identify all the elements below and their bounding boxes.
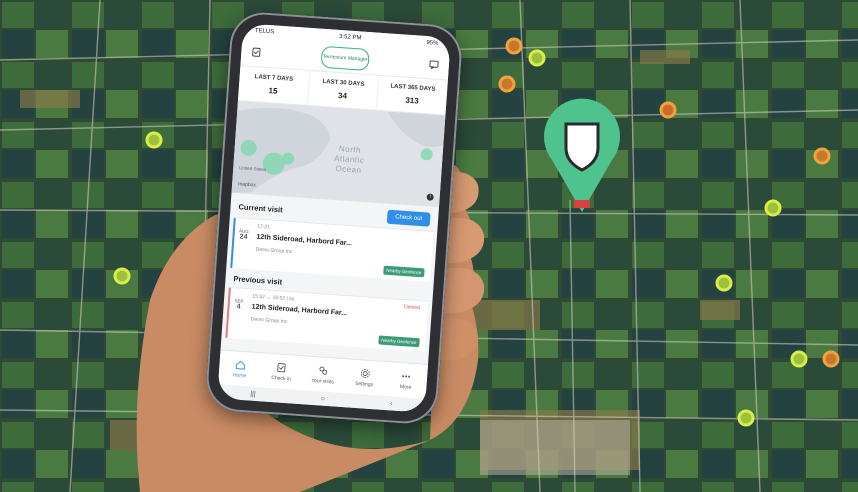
map-attribution: mapbox	[237, 181, 257, 189]
visits-map[interactable]: North Atlantic Ocean United States mapbo…	[231, 101, 446, 208]
smartphone: TELUS 3:52 PM 95% Territorium Manager LA…	[204, 10, 464, 426]
nav-label: Check in	[271, 374, 291, 382]
visit-date: SEP 4	[234, 298, 244, 311]
check-out-button[interactable]: Check out	[386, 209, 431, 227]
visit-date: AUG 24	[238, 228, 249, 241]
card-accent	[230, 218, 236, 269]
phone-screen: TELUS 3:52 PM 95% Territorium Manager LA…	[217, 23, 451, 413]
nav-home[interactable]: Home	[218, 350, 262, 387]
visit-company: Demo Group Inc	[250, 316, 288, 325]
visit-address: 12th Sideroad, Harbord Far...	[256, 233, 353, 248]
settings-icon	[360, 368, 370, 378]
stat-value: 15	[268, 86, 278, 96]
stat-value: 313	[405, 95, 420, 106]
nav-your-visits[interactable]: Your visits	[301, 356, 345, 393]
stat-last-365-days: LAST 365 DAYS 313	[377, 76, 448, 115]
visit-status: Denied	[403, 304, 421, 312]
nav-check-in[interactable]: Check in	[260, 353, 304, 390]
nav-label: Settings	[354, 380, 374, 388]
nav-settings[interactable]: Settings	[343, 359, 387, 396]
visit-company: Demo Group Inc	[255, 246, 293, 256]
battery-label: 95%	[426, 40, 439, 47]
geofence-badge: Nearby Geofence	[382, 265, 425, 278]
visit-address: 12th Sideroad, Harbord Far...	[251, 303, 348, 318]
stat-label: LAST 30 DAYS	[322, 78, 365, 88]
current-visit-title: Current visit	[238, 201, 283, 214]
stat-value: 34	[337, 90, 348, 101]
nav-label: Home	[232, 371, 247, 379]
clock-label: 3:52 PM	[338, 33, 362, 42]
app-logo: Territorium Manager	[320, 45, 370, 72]
card-accent	[225, 287, 231, 338]
stat-label: LAST 7 DAYS	[254, 74, 294, 83]
nav-more[interactable]: More	[384, 362, 428, 399]
stat-last-7-days: LAST 7 DAYS 15	[237, 66, 310, 105]
recents-icon[interactable]: |||	[250, 390, 256, 397]
visit-time: 17:21	[256, 223, 270, 231]
home-circle-icon[interactable]: ○	[321, 395, 326, 402]
chat-icon[interactable]	[426, 57, 441, 72]
stat-label: LAST 365 DAYS	[390, 83, 436, 93]
home-icon	[235, 360, 245, 370]
more-icon	[402, 374, 411, 378]
carrier-label: TELUS	[254, 28, 275, 36]
map-ocean-label: North Atlantic Ocean	[333, 144, 365, 175]
scene: TELUS 3:52 PM 95% Territorium Manager LA…	[0, 0, 858, 492]
nav-label: More	[399, 383, 412, 391]
visits-icon	[319, 366, 328, 375]
previous-visit-title: Previous visit	[233, 274, 283, 287]
app-logo-text: Territorium Manager	[322, 53, 368, 63]
nav-label: Your visits	[311, 377, 335, 385]
stat-last-30-days: LAST 30 DAYS 34	[307, 70, 380, 110]
geofence-badge: Nearby Geofence	[378, 335, 420, 348]
clipboard-check-icon[interactable]	[249, 45, 264, 60]
check-in-icon	[277, 362, 287, 372]
back-icon[interactable]: ‹	[390, 400, 393, 407]
visit-time: 15:52 → 15:52 | 5s	[252, 293, 295, 303]
